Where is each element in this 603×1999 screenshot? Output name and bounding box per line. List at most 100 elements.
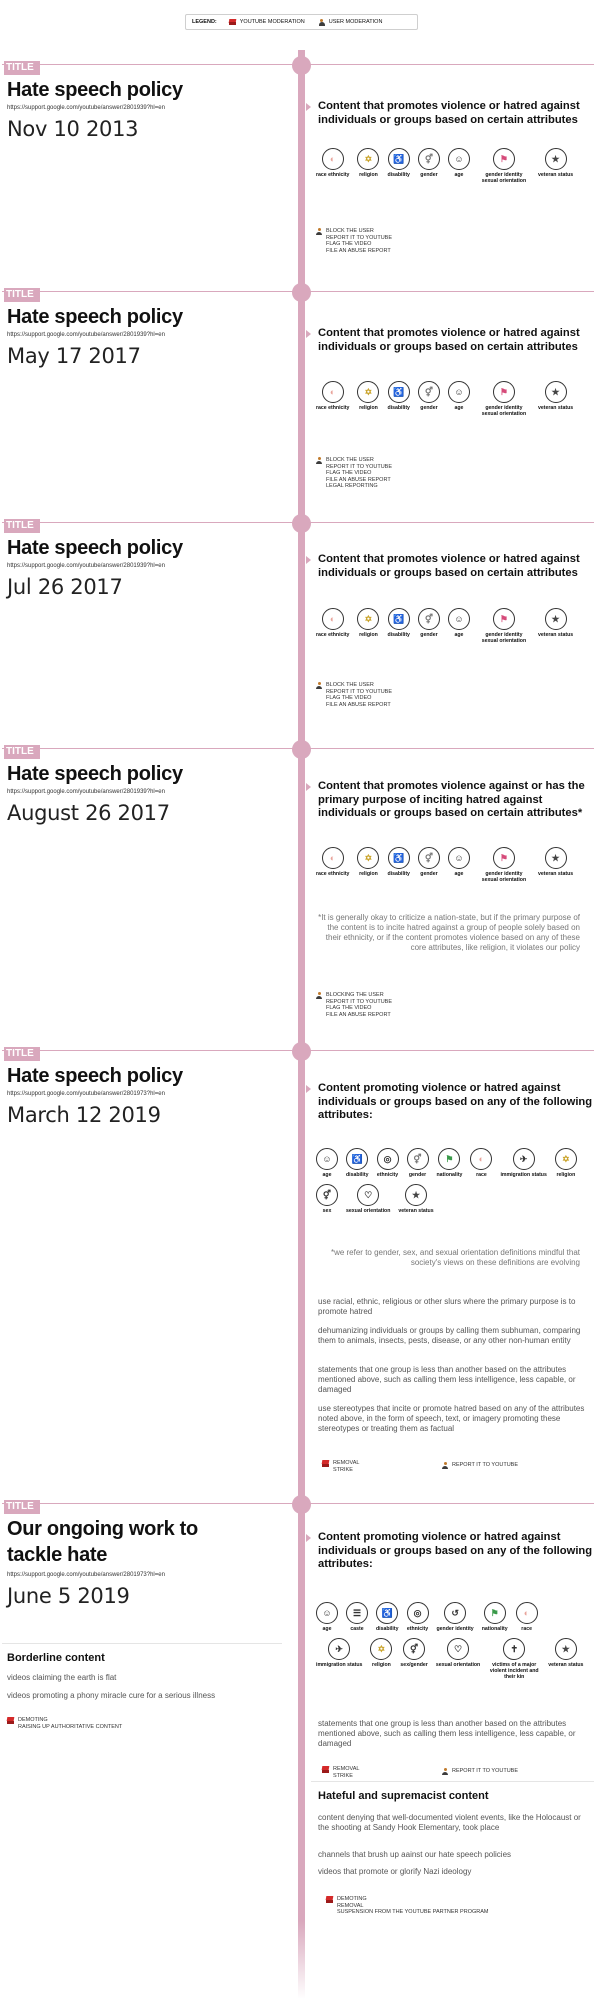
immigration-status-icon: ✈	[512, 1148, 535, 1170]
timeline-dot	[292, 1042, 311, 1061]
attribute-veteran-status: ★ veteran status	[538, 381, 573, 417]
user-action: FILE AN ABUSE REPORT	[326, 701, 391, 708]
user-moderation-actions: BLOCK THE USER REPORT IT TO YOUTUBE FLAG T…	[316, 457, 392, 490]
borderline-item: videos claiming the earth is flat	[7, 1673, 117, 1682]
attribute-immigration-status: ✈ immigration status	[316, 1638, 362, 1680]
example-text: statements that one group is less than a…	[318, 1365, 576, 1394]
attribute-veteran-status: ★ veteran status	[538, 608, 573, 644]
source-url[interactable]: https://support.google.com/youtube/answe…	[7, 789, 165, 795]
youtube-icon	[322, 1460, 329, 1467]
attribute-label: gender identity sexual orientation	[481, 172, 527, 184]
attribute-label: gender identity sexual orientation	[481, 632, 527, 644]
section-tag: TITLE	[4, 1500, 40, 1514]
attribute-veteran-status: ★ veteran status	[538, 148, 573, 184]
supremacist-item: content denying that well-documented vio…	[318, 1813, 581, 1832]
attribute-label: immigration status	[500, 1172, 547, 1178]
sexual-orientation-icon: ♡	[357, 1184, 380, 1206]
source-url[interactable]: https://support.google.com/youtube/answe…	[7, 105, 165, 111]
youtube-action-list: DEMOTING RAISING UP AUTHORITATIVE CONTENT	[18, 1717, 122, 1730]
user-action: REPORT IT TO YOUTUBE	[452, 1462, 519, 1468]
source-url[interactable]: https://support.google.com/youtube/answe…	[7, 1091, 165, 1097]
user-action-list: REPORT IT TO YOUTUBE	[452, 1768, 518, 1775]
section-title: Hate speech policy	[7, 537, 183, 559]
religion-icon: ✡	[554, 1148, 577, 1170]
attribute-religion: ✡ religion	[370, 1638, 393, 1680]
gender-icon: ⚥	[417, 608, 440, 630]
timeline-arrow	[306, 783, 311, 791]
attribute-age: ☺ age	[447, 847, 470, 883]
gender-icon: ⚥	[417, 148, 440, 170]
attribute-gender-identity-sexual-orientation: ⚑ gender identity sexual orientation	[478, 381, 530, 417]
ethnicity-icon: ◎	[406, 1602, 429, 1624]
section-tag: TITLE	[4, 61, 40, 75]
disability-icon: ♿	[376, 1602, 399, 1624]
sexual-orientation-icon: ♡	[447, 1638, 470, 1660]
attribute-label: disability	[346, 1172, 369, 1178]
source-url[interactable]: https://support.google.com/youtube/answe…	[7, 563, 165, 569]
attribute-label: ethnicity	[406, 1626, 429, 1632]
attribute-ethnicity: ◎ ethnicity	[406, 1602, 429, 1632]
attribute-label: gender	[420, 632, 438, 638]
attribute-gender: ⚥ gender	[417, 847, 440, 883]
attribute-age: ☺ age	[447, 608, 470, 644]
youtube-action-list: REMOVAL STRIKE	[333, 1766, 360, 1779]
attribute-disability: ♿ disability	[387, 847, 410, 883]
timeline-arrow	[306, 1534, 311, 1542]
user-action-list: REPORT IT TO YOUTUBE	[452, 1462, 518, 1469]
attribute-disability: ♿ disability	[346, 1148, 369, 1178]
attribute-label: race ethnicity	[316, 632, 350, 638]
section-tag: TITLE	[4, 288, 40, 302]
user-icon	[316, 682, 322, 689]
disability-icon: ♿	[387, 847, 410, 869]
attribute-age: ☺ age	[447, 381, 470, 417]
age-icon: ☺	[447, 847, 470, 869]
user-icon	[316, 992, 322, 999]
attribute-race-ethnicity: ◐ race ethnicity	[316, 608, 349, 644]
attribute-gender: ⚥ gender	[417, 608, 440, 644]
attribute-race: ◐ race	[515, 1602, 538, 1632]
youtube-action: STRIKE	[333, 1772, 353, 1779]
policy-heading: Content that promotes violence against o…	[318, 780, 585, 819]
attribute-label: veteran status	[548, 1662, 584, 1668]
user-moderation-actions: BLOCK THE USER REPORT IT TO YOUTUBE FLAG T…	[316, 228, 392, 254]
legend-title: LEGEND:	[192, 19, 217, 25]
ethnicity-icon: ◎	[376, 1148, 399, 1170]
attribute-label: veteran status	[537, 405, 574, 411]
disability-icon: ♿	[387, 148, 410, 170]
attribute-icons: ☺ age ☰ caste ♿ disability ◎ ethnicity ↺ gender i…	[316, 1602, 592, 1686]
youtube-icon	[322, 1766, 329, 1773]
attribute-label: age	[454, 172, 464, 178]
attribute-gender: ⚥ gender	[406, 1148, 429, 1178]
user-icon	[316, 457, 322, 464]
attribute-label: sexual orientation	[435, 1662, 481, 1668]
attribute-gender-identity-sexual-orientation: ⚑ gender identity sexual orientation	[478, 148, 530, 184]
attribute-label: caste	[350, 1626, 364, 1632]
user-action-list: BLOCKING THE USER REPORT IT TO YOUTUBE FLA…	[326, 992, 392, 1018]
section-title: Hate speech policy	[7, 763, 183, 785]
footnote: *It is generally okay to criticize a nat…	[318, 913, 580, 952]
section-title: Our ongoing work to tackle hate	[7, 1518, 198, 1566]
timeline-dot	[292, 514, 311, 533]
supremacist-divider	[311, 1781, 594, 1782]
attribute-label: race	[521, 1626, 532, 1632]
attribute-label: age	[454, 405, 464, 411]
youtube-action: STRIKE	[333, 1466, 353, 1473]
source-url[interactable]: https://support.google.com/youtube/answe…	[7, 332, 165, 338]
attribute-gender: ⚥ gender	[417, 148, 440, 184]
disability-icon: ♿	[346, 1148, 369, 1170]
attribute-label: disability	[387, 405, 410, 411]
attribute-icons: ☺ age ♿ disability ◎ ethnicity ⚥ gender ⚑ nationa…	[316, 1148, 592, 1220]
attribute-label: race ethnicity	[316, 405, 350, 411]
attribute-label: veteran status	[537, 172, 574, 178]
victims-of-a-major-violent-incident-and-their-kin-icon: ✝	[503, 1638, 526, 1660]
youtube-action-list: DEMOTING REMOVAL SUSPENSION FROM THE YOUTU…	[337, 1896, 488, 1916]
legend: LEGEND: YOUTUBE MODERATION USER MODERATI…	[185, 14, 418, 30]
attribute-label: race ethnicity	[316, 172, 350, 178]
source-url[interactable]: https://support.google.com/youtube/answe…	[7, 1572, 165, 1578]
religion-icon: ✡	[357, 847, 380, 869]
section-date: Jul 26 2017	[7, 575, 123, 599]
section-tag: TITLE	[4, 1047, 40, 1061]
attribute-age: ☺ age	[316, 1602, 338, 1632]
race-ethnicity-icon: ◐	[321, 148, 344, 170]
section-date: June 5 2019	[7, 1584, 130, 1608]
